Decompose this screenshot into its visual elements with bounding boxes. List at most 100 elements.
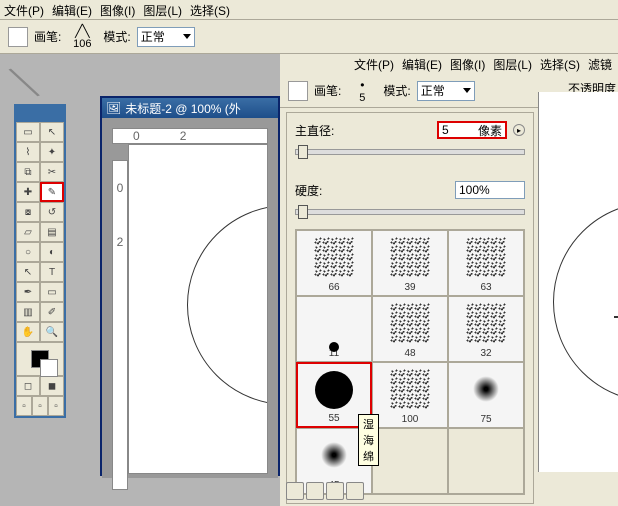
diameter-input[interactable]: 5 像素	[437, 121, 507, 139]
brush-preset-empty	[372, 428, 448, 494]
shape-tool[interactable]: ▭	[40, 282, 64, 302]
brush-preset-empty	[448, 428, 524, 494]
menu-filter-r[interactable]: 滤镜	[588, 56, 612, 73]
brush-preview-icon: ╱╲	[75, 24, 89, 38]
mode-label: 模式:	[103, 28, 130, 45]
brush-size-value: 106	[73, 38, 91, 50]
menu-select[interactable]: 选择(S)	[190, 2, 230, 17]
pen-tool[interactable]: ✒	[16, 282, 40, 302]
brush-size-picker-r[interactable]: • 5	[347, 78, 377, 104]
path-tool[interactable]: ↖	[16, 262, 40, 282]
left-workspace: ╲ ▭↖ ⌇✦ ⧉✂ ✚✎ ⧇↺ ▱▤ ○◐ ↖T ✒▭ ▥✐ ✋🔍 ◻◼ ▫▫…	[0, 54, 280, 506]
hand-tool[interactable]: ✋	[16, 322, 40, 342]
brush-size-value-r: 5	[359, 92, 365, 104]
brush-dot-icon: •	[360, 78, 364, 92]
hardness-value: 100%	[459, 183, 490, 197]
status-icon[interactable]	[326, 482, 344, 500]
brush-size-picker[interactable]: ╱╲ 106	[67, 24, 97, 50]
slider-thumb[interactable]	[298, 205, 308, 219]
screenmode-3[interactable]: ▫	[48, 396, 64, 416]
status-icon[interactable]	[286, 482, 304, 500]
menu-layer-r[interactable]: 图层(L)	[493, 56, 532, 73]
document-window: 🖼 未标题-2 @ 100% (外 02 02	[100, 96, 280, 476]
heal-tool[interactable]: ✚	[16, 182, 40, 202]
brush-preset[interactable]: 32	[448, 296, 524, 362]
menu-edit[interactable]: 编辑(E)	[52, 2, 92, 17]
status-icon[interactable]	[306, 482, 324, 500]
marquee-tool[interactable]: ▭	[16, 122, 40, 142]
hardness-input[interactable]: 100%	[455, 181, 525, 199]
diameter-label: 主直径:	[295, 122, 334, 139]
brush-preset[interactable]: 100	[372, 362, 448, 428]
menu-image-r[interactable]: 图像(I)	[450, 56, 485, 73]
status-icon[interactable]	[346, 482, 364, 500]
screenmode-2[interactable]: ▫	[32, 396, 48, 416]
handle-icon[interactable]	[614, 316, 618, 318]
screenmode-1[interactable]: ▫	[16, 396, 32, 416]
brush-preset[interactable]: 11	[296, 296, 372, 362]
brush-preset[interactable]: 66	[296, 230, 372, 296]
mode-dropdown[interactable]: 正常	[137, 27, 195, 47]
menu-file[interactable]: 文件(P)	[4, 2, 44, 17]
options-bar-left: 画笔: ╱╲ 106 模式: 正常	[0, 20, 618, 54]
canvas-right[interactable]	[538, 92, 618, 472]
slice-tool[interactable]: ✂	[40, 162, 64, 182]
brush-preset[interactable]: 39	[372, 230, 448, 296]
mode-label-r: 模式:	[383, 82, 410, 99]
document-titlebar[interactable]: 🖼 未标题-2 @ 100% (外	[102, 98, 278, 118]
move-tool[interactable]: ↖	[40, 122, 64, 142]
flyout-icon[interactable]: ▸	[513, 124, 525, 136]
chevron-down-icon	[463, 88, 471, 93]
type-tool[interactable]: T	[40, 262, 64, 282]
history-brush-tool[interactable]: ↺	[40, 202, 64, 222]
menu-select-r[interactable]: 选择(S)	[540, 56, 580, 73]
quickmask-on[interactable]: ◼	[40, 376, 64, 396]
mode-value: 正常	[141, 28, 165, 45]
ellipse-shape-r	[553, 202, 618, 402]
lasso-tool[interactable]: ⌇	[16, 142, 40, 162]
hardness-slider[interactable]	[295, 209, 525, 215]
brush-preset[interactable]: 48	[372, 296, 448, 362]
chevron-down-icon	[183, 34, 191, 39]
eraser-tool[interactable]: ▱	[16, 222, 40, 242]
brush-preset[interactable]: 75	[448, 362, 524, 428]
diameter-unit: 像素	[478, 122, 502, 139]
document-body: 02 02	[102, 118, 278, 478]
brush-preset[interactable]: 63	[448, 230, 524, 296]
doc-icon: 🖼	[106, 101, 121, 115]
canvas[interactable]	[128, 144, 268, 474]
brush-tool-icon-r	[288, 81, 308, 101]
diameter-value: 5	[442, 123, 449, 137]
menu-layer[interactable]: 图层(L)	[143, 2, 182, 17]
brush-preset-grid: 66 39 63 11 48 32 55 湿海绵 100 75 45	[295, 229, 525, 495]
quickmask-off[interactable]: ◻	[16, 376, 40, 396]
toolbox: ▭↖ ⌇✦ ⧉✂ ✚✎ ⧇↺ ▱▤ ○◐ ↖T ✒▭ ▥✐ ✋🔍 ◻◼ ▫▫▫	[14, 104, 66, 418]
crop-tool[interactable]: ⧉	[16, 162, 40, 182]
diameter-slider[interactable]	[295, 149, 525, 155]
slider-thumb[interactable]	[298, 145, 308, 159]
brush-presets-panel: 主直径: 5 像素 ▸ 硬度: 100% 66 39 63	[286, 112, 534, 504]
wand-tool[interactable]: ✦	[40, 142, 64, 162]
eyedropper-tool[interactable]: ✐	[40, 302, 64, 322]
brush-label: 画笔:	[34, 28, 61, 45]
brush-tool[interactable]: ✎	[40, 182, 64, 202]
dodge-tool[interactable]: ◐	[40, 242, 64, 262]
menubar-left: 文件(P) 编辑(E) 图像(I) 图层(L) 选择(S)	[0, 0, 618, 20]
menu-edit-r[interactable]: 编辑(E)	[402, 56, 442, 73]
mode-dropdown-r[interactable]: 正常	[417, 81, 475, 101]
brush-label-r: 画笔:	[314, 82, 341, 99]
tooltip: 湿海绵	[358, 414, 379, 466]
blur-tool[interactable]: ○	[16, 242, 40, 262]
ellipse-shape	[187, 205, 268, 405]
gradient-tool[interactable]: ▤	[40, 222, 64, 242]
ruler-horizontal: 02	[112, 128, 268, 144]
feather-brush-preview: ╲	[10, 53, 72, 111]
color-swatch[interactable]	[16, 342, 64, 376]
notes-tool[interactable]: ▥	[16, 302, 40, 322]
menu-image[interactable]: 图像(I)	[100, 2, 135, 17]
zoom-tool[interactable]: 🔍	[40, 322, 64, 342]
stamp-tool[interactable]: ⧇	[16, 202, 40, 222]
brush-preset-selected[interactable]: 55 湿海绵	[296, 362, 372, 428]
menu-file-r[interactable]: 文件(P)	[354, 56, 394, 73]
status-icons	[286, 482, 364, 500]
